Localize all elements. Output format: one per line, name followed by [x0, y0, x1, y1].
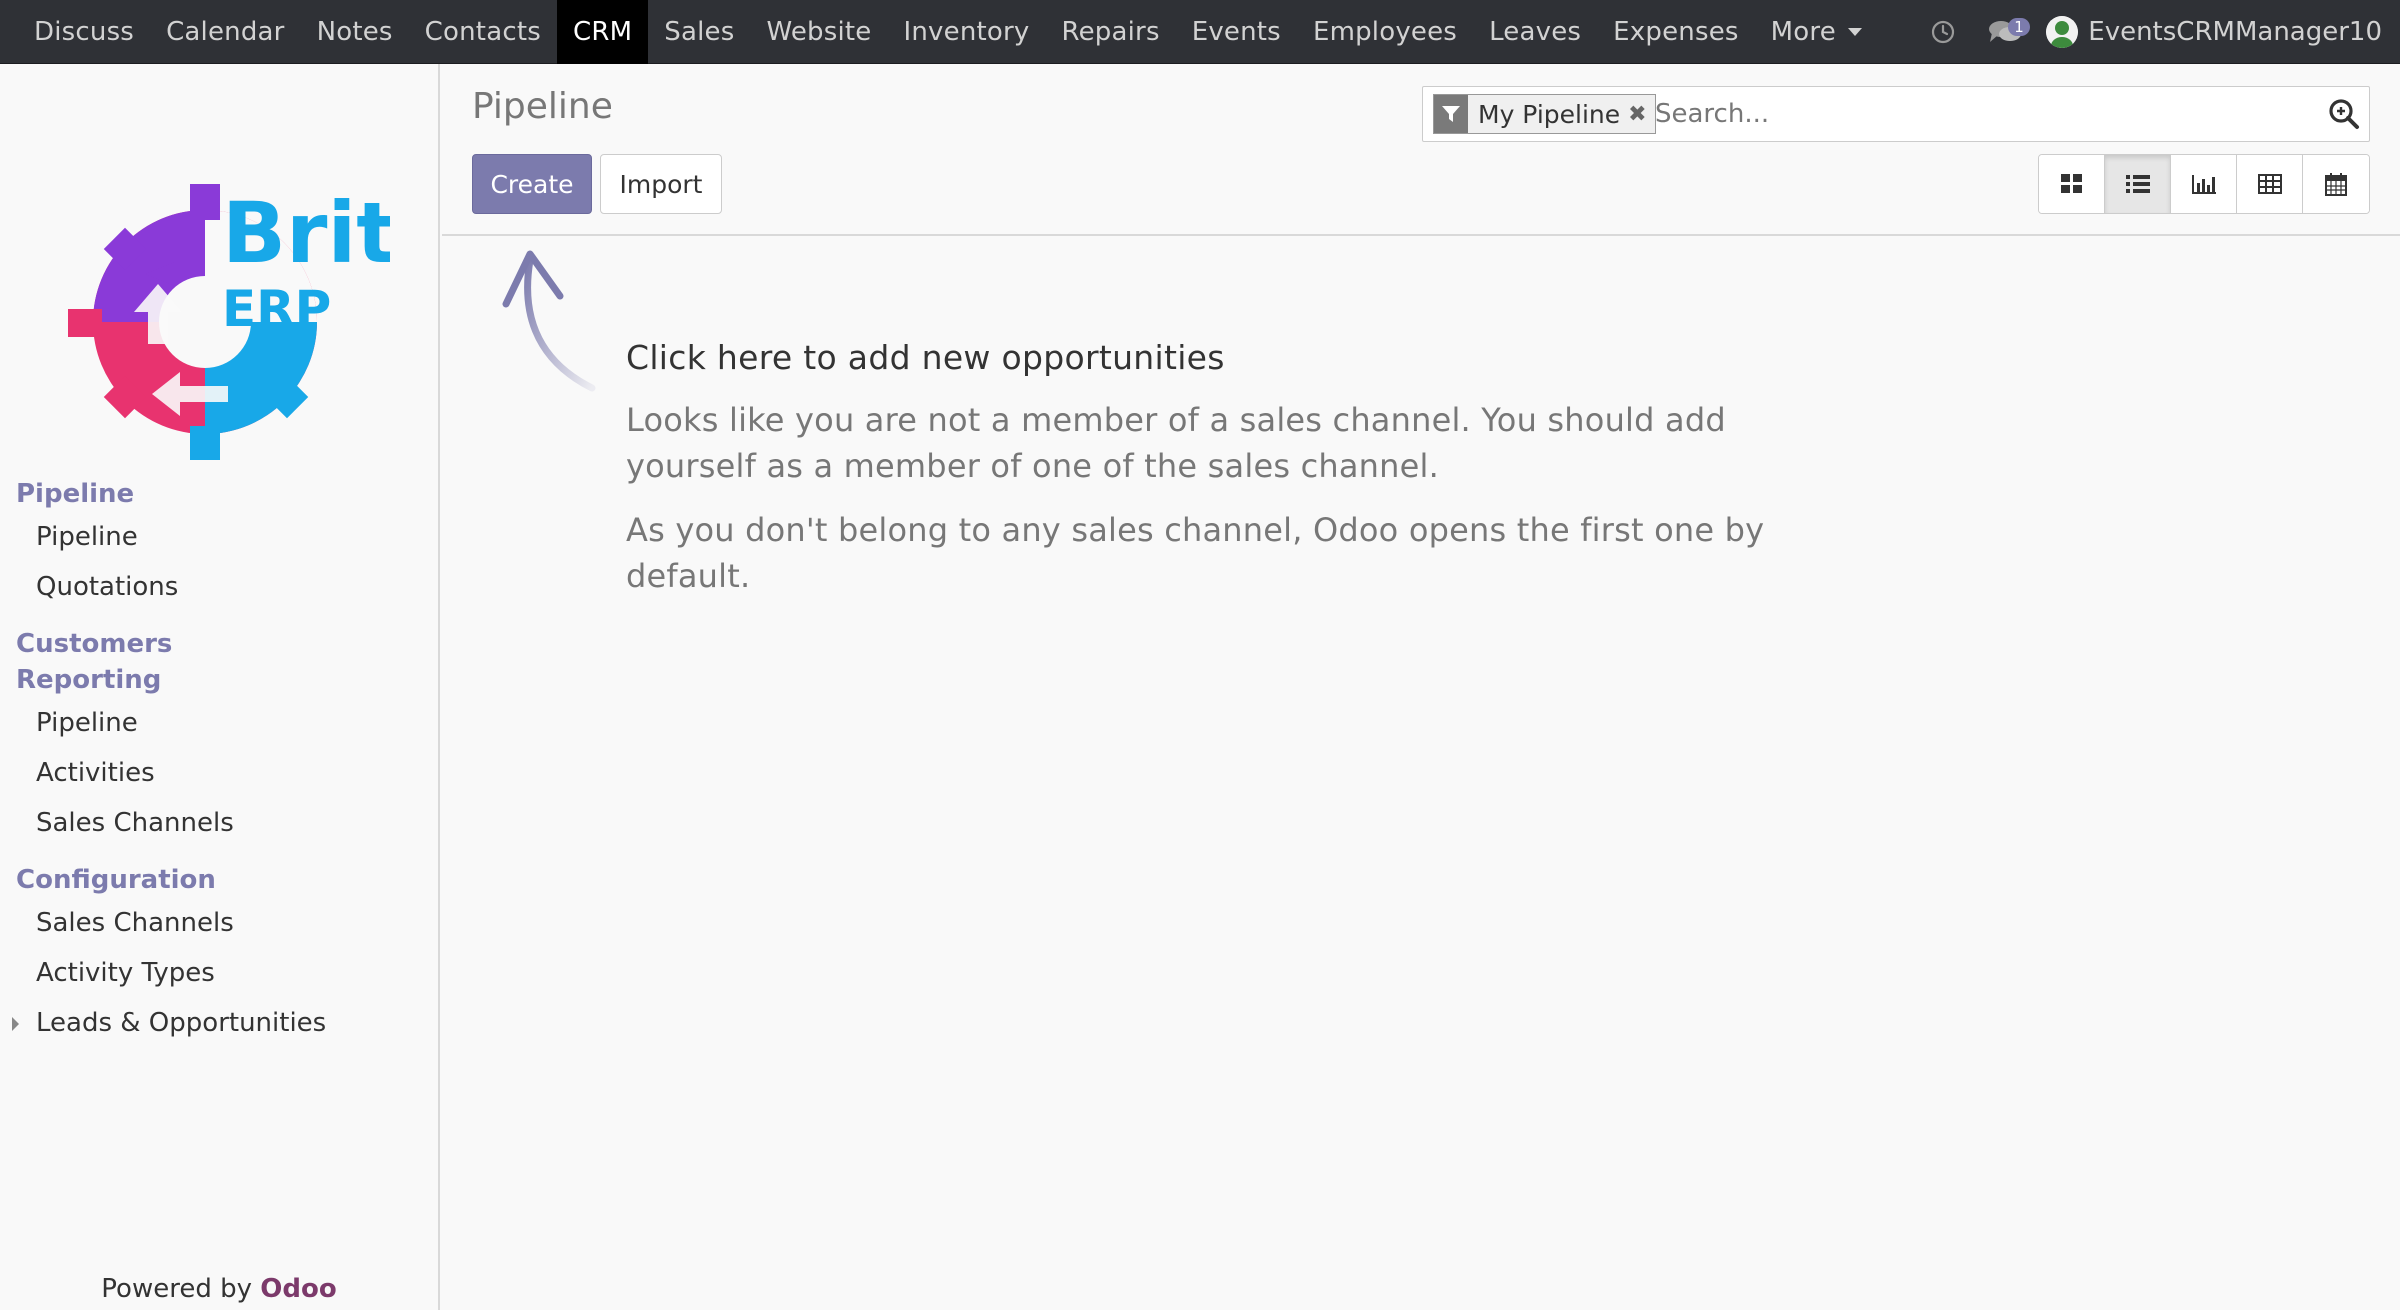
- up-arrow-icon: [492, 238, 602, 398]
- main-content: Click here to add new opportunities Look…: [442, 238, 2400, 1310]
- sidebar-item-sales-channels[interactable]: Sales Channels: [0, 798, 438, 848]
- kanban-view-icon[interactable]: [2039, 155, 2105, 213]
- sidebar-menu: Pipeline Pipeline Quotations Customers Repor…: [0, 476, 438, 1048]
- sidebar-item-sales-channels[interactable]: Sales Channels: [0, 898, 438, 948]
- sidebar: Brite ERP Pipeline Pipeline Quotations Cust…: [0, 64, 453, 1310]
- messages-icon[interactable]: 1: [1972, 0, 2040, 64]
- create-button[interactable]: Create: [472, 154, 592, 214]
- filter-facet-label: My Pipeline: [1478, 99, 1621, 129]
- app-employees[interactable]: Employees: [1297, 0, 1473, 64]
- list-view-icon[interactable]: [2105, 155, 2171, 213]
- user-menu[interactable]: EventsCRMManager10: [2040, 0, 2400, 64]
- sidebar-item-label: Sales Channels: [36, 908, 234, 938]
- expand-arrow-icon[interactable]: [12, 1017, 19, 1031]
- user-name: EventsCRMManager10: [2088, 17, 2382, 47]
- messages-badge: 1: [2008, 18, 2030, 36]
- search-magnifier-icon[interactable]: [2327, 97, 2361, 131]
- pivot-view-icon[interactable]: [2237, 155, 2303, 213]
- sidebar-item-quotations[interactable]: Quotations: [0, 562, 438, 612]
- app-sales[interactable]: Sales: [648, 0, 750, 64]
- import-button[interactable]: Import: [600, 154, 722, 214]
- systray: 1 EventsCRMManager10: [1914, 0, 2400, 64]
- sidebar-item-label: Quotations: [36, 572, 179, 602]
- app-leaves[interactable]: Leaves: [1473, 0, 1597, 64]
- sidebar-item-activities[interactable]: Activities: [0, 748, 438, 798]
- app-website[interactable]: Website: [750, 0, 887, 64]
- more-menu[interactable]: More: [1755, 0, 1878, 64]
- app-notes[interactable]: Notes: [301, 0, 409, 64]
- sidebar-section-reporting[interactable]: Reporting: [0, 662, 438, 698]
- search-bar: My Pipeline ✖: [1422, 86, 2370, 142]
- filter-facet[interactable]: My Pipeline ✖: [1433, 94, 1656, 134]
- sidebar-item-label: Pipeline: [36, 708, 138, 738]
- sidebar-item-pipeline[interactable]: Pipeline: [0, 512, 438, 562]
- remove-facet-icon[interactable]: ✖: [1628, 102, 1654, 127]
- help-paragraph: As you don't belong to any sales channel…: [626, 511, 1765, 595]
- sidebar-item-leads-opportunities[interactable]: Leads & Opportunities: [0, 998, 438, 1048]
- filter-icon: [1434, 95, 1468, 133]
- help-title: Click here to add new opportunities: [626, 338, 1225, 377]
- sidebar-item-label: Activity Types: [36, 958, 215, 988]
- graph-view-icon[interactable]: [2171, 155, 2237, 213]
- calendar-view-icon[interactable]: [2303, 155, 2369, 213]
- odoo-link[interactable]: Odoo: [260, 1274, 336, 1304]
- logo-sub-text: ERP: [222, 280, 331, 338]
- app-repairs[interactable]: Repairs: [1046, 0, 1176, 64]
- search-input[interactable]: [1655, 92, 2295, 136]
- sidebar-item-label: Leads & Opportunities: [36, 1008, 327, 1038]
- app-menu: Discuss Calendar Notes Contacts CRM Sales Webs…: [0, 0, 1878, 64]
- powered-by-label: Powered by: [101, 1274, 252, 1304]
- app-calendar[interactable]: Calendar: [150, 0, 301, 64]
- app-discuss[interactable]: Discuss: [18, 0, 150, 64]
- more-label: More: [1770, 16, 1836, 47]
- caret-down-icon: [1847, 28, 1862, 36]
- powered-by: Powered by Odoo: [0, 1274, 438, 1304]
- sidebar-item-label: Pipeline: [36, 522, 138, 552]
- avatar: [2046, 16, 2079, 48]
- activity-clock-icon[interactable]: [1914, 0, 1972, 64]
- app-events[interactable]: Events: [1176, 0, 1297, 64]
- sidebar-section-customers[interactable]: Customers: [0, 626, 438, 662]
- breadcrumb: Pipeline: [472, 86, 613, 127]
- top-navbar: Discuss Calendar Notes Contacts CRM Sales Webs…: [0, 0, 2400, 64]
- control-panel: Pipeline Create Import My Pipeline ✖: [442, 64, 2400, 236]
- sidebar-section-configuration[interactable]: Configuration: [0, 862, 438, 898]
- sidebar-item-label: Activities: [36, 758, 155, 788]
- app-crm[interactable]: CRM: [556, 0, 649, 64]
- sidebar-item-activity-types[interactable]: Activity Types: [0, 948, 438, 998]
- sidebar-section-pipeline[interactable]: Pipeline: [0, 476, 438, 512]
- app-inventory[interactable]: Inventory: [888, 0, 1046, 64]
- help-paragraph: Looks like you are not a member of a sal…: [626, 401, 1726, 485]
- help-message: Click here to add new opportunities Look…: [626, 338, 1766, 617]
- logo-brand-text: Brite: [222, 184, 390, 282]
- brite-erp-logo[interactable]: Brite ERP: [50, 144, 453, 474]
- sidebar-item-label: Sales Channels: [36, 808, 234, 838]
- app-expenses[interactable]: Expenses: [1597, 0, 1754, 64]
- view-switcher: [2038, 154, 2370, 214]
- sidebar-item-pipeline[interactable]: Pipeline: [0, 698, 438, 748]
- app-contacts[interactable]: Contacts: [409, 0, 557, 64]
